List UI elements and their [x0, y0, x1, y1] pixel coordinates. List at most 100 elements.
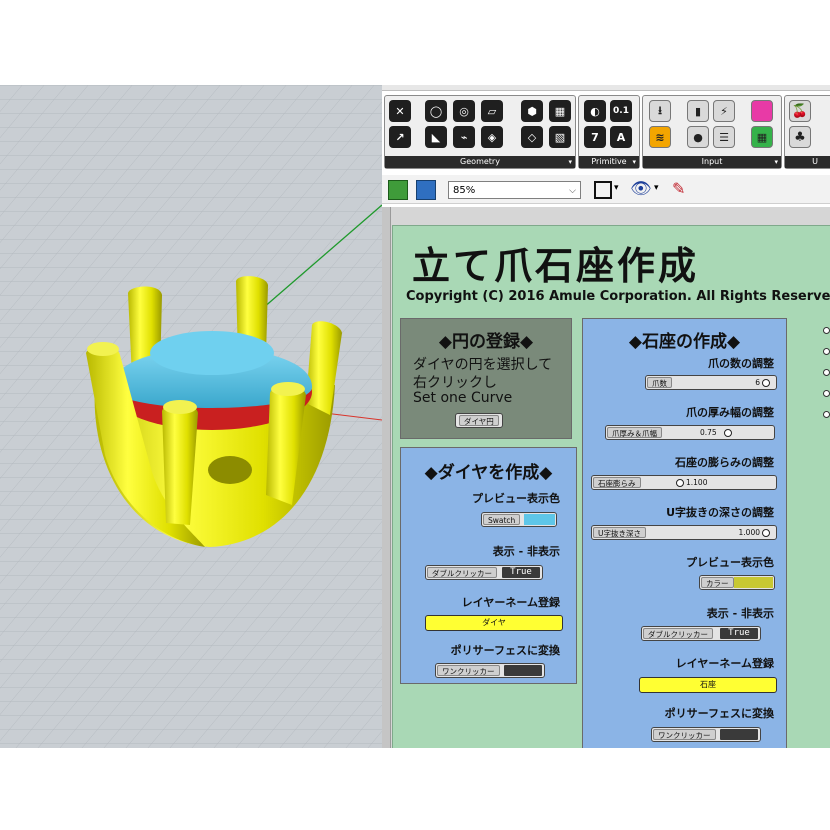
swatch-fill	[734, 577, 773, 588]
point-icon[interactable]: ✕	[389, 100, 411, 122]
setting-creation-group: ◆石座の作成◆ 爪の数の調整 爪数 6 爪の厚み幅の調整 爪厚み＆爪幅 0.75…	[582, 318, 787, 748]
offscreen-components	[823, 327, 830, 587]
slider-knob[interactable]	[762, 379, 770, 387]
eye-icon[interactable]: 👁	[630, 179, 652, 199]
integer-icon[interactable]: 7	[584, 126, 606, 148]
layer-name-panel[interactable]: 石座	[639, 677, 777, 693]
swatch-fill	[524, 514, 555, 525]
layer-name-panel[interactable]: ダイヤ	[425, 615, 563, 631]
instruction-text: 右クリックし	[413, 375, 497, 391]
sketch-icon[interactable]: ✎	[672, 179, 685, 198]
canvas-toolbar: 85% ⌵ ▾ 👁 ▾ ✎	[382, 175, 830, 204]
visibility-label: 表示 - 非表示	[492, 545, 560, 558]
list-icon[interactable]: ☰	[713, 126, 735, 148]
box-icon[interactable]: ◈	[481, 126, 503, 148]
viewport-scene	[0, 85, 382, 748]
circle-icon[interactable]: ◯	[425, 100, 447, 122]
circle-registration-group: ◆円の登録◆ ダイヤの円を選択して 右クリックし Set one Curve ダ…	[400, 318, 572, 439]
toggle-value: True	[502, 567, 540, 578]
visibility-label: 表示 - 非表示	[706, 607, 774, 620]
ribbon-group-input: ⭳ ▮ ⚡ ≋ ● ☰ ▦ Input ▾	[642, 95, 782, 169]
vector-icon[interactable]: ↗	[389, 126, 411, 148]
section-heading: ◆ダイヤを作成◆	[424, 463, 553, 483]
layer-name-label: レイヤーネーム登録	[675, 657, 774, 670]
layer-name-label: レイヤーネーム登録	[461, 596, 560, 609]
slider-knob[interactable]	[724, 429, 732, 437]
geometry-icon[interactable]: ◇	[521, 126, 543, 148]
button-component[interactable]: ワンクリッカー	[435, 663, 545, 678]
text-icon[interactable]: A	[610, 126, 632, 148]
group-icon[interactable]: ▧	[549, 126, 571, 148]
surface-icon[interactable]: ▱	[481, 100, 503, 122]
toggle-icon[interactable]: ▮	[687, 100, 709, 122]
ribbon-group-label[interactable]: Geometry ▾	[385, 156, 575, 168]
zoom-select[interactable]: 85% ⌵	[448, 181, 581, 199]
prong-count-slider[interactable]: 爪数 6	[645, 375, 777, 390]
rhino-viewport[interactable]	[0, 85, 382, 748]
open-file-icon[interactable]	[388, 180, 408, 200]
download-icon[interactable]: ⭳	[649, 100, 671, 122]
component-port[interactable]	[823, 411, 830, 418]
prong-thickness-slider[interactable]: 爪厚み＆爪幅 0.75	[605, 425, 775, 440]
boolean-toggle[interactable]: ダブルクリッカー True	[425, 565, 543, 580]
section-heading: ◆円の登録◆	[438, 332, 534, 352]
ribbon-group-util: 🍒 ♣ U	[784, 95, 830, 169]
prong-tip	[87, 342, 119, 356]
button-component[interactable]: ワンクリッカー	[651, 727, 761, 742]
ribbon-group-primitive: ◐ 0.1 7 A Primitive ▾	[578, 95, 640, 169]
zoom-extents-icon[interactable]	[594, 181, 612, 199]
number-icon[interactable]: 0.1	[610, 100, 632, 122]
bulge-slider[interactable]: 石座膨らみ 1.100	[591, 475, 777, 490]
grasshopper-window: ✕ ◯ ◎ ▱ ⬢ ▦ ↗ ◣ ⌁ ◈ ◇ ▧ Geometry ▾ ◐ 0.1 …	[382, 85, 830, 748]
slider-knob[interactable]	[676, 479, 684, 487]
tree-icon[interactable]: ♣	[789, 126, 811, 148]
ribbon-group-label[interactable]: U	[785, 156, 830, 168]
u-cut-depth-label: U字抜きの深さの調整	[666, 506, 774, 519]
ribbon-group-geometry: ✕ ◯ ◎ ▱ ⬢ ▦ ↗ ◣ ⌁ ◈ ◇ ▧ Geometry ▾	[384, 95, 576, 169]
chevron-down-icon[interactable]: ▾	[614, 183, 619, 193]
matrix-icon[interactable]: ▦	[751, 126, 773, 148]
cherries-icon[interactable]: 🍒	[789, 100, 811, 122]
curve-icon[interactable]: ◎	[453, 100, 475, 122]
button-face	[504, 665, 542, 676]
component-port[interactable]	[823, 327, 830, 334]
prong-count-label: 爪の数の調整	[708, 357, 774, 370]
component-ribbon: ✕ ◯ ◎ ▱ ⬢ ▦ ↗ ◣ ⌁ ◈ ◇ ▧ Geometry ▾ ◐ 0.1 …	[382, 91, 830, 169]
section-heading: ◆石座の作成◆	[628, 332, 741, 352]
slider-knob[interactable]	[762, 529, 770, 537]
brep-icon[interactable]: ⬢	[521, 100, 543, 122]
button-icon[interactable]: ●	[687, 126, 709, 148]
prong-tip	[163, 400, 197, 414]
polysurface-label: ポリサーフェスに変換	[664, 707, 774, 720]
ribbon-group-label[interactable]: Primitive ▾	[579, 156, 639, 168]
button-face	[720, 729, 758, 740]
u-cut-depth-slider[interactable]: U字抜き深さ 1.000	[591, 525, 777, 540]
polyline-icon[interactable]: ⌁	[453, 126, 475, 148]
grasshopper-canvas[interactable]: 立て爪石座作成 Copyright (C) 2016 Amule Corpora…	[382, 207, 830, 748]
component-port[interactable]	[823, 369, 830, 376]
canvas-edge	[382, 207, 391, 748]
mesh-icon[interactable]: ▦	[549, 100, 571, 122]
component-port[interactable]	[823, 348, 830, 355]
boolean-icon[interactable]: ◐	[584, 100, 606, 122]
line-icon[interactable]: ◣	[425, 126, 447, 148]
gradient-icon[interactable]	[751, 100, 773, 122]
chevron-down-icon[interactable]: ▾	[654, 183, 659, 193]
boolean-toggle[interactable]: ダブルクリッカー True	[641, 626, 761, 641]
preview-color-label: プレビュー表示色	[686, 556, 774, 569]
copyright-text: Copyright (C) 2016 Amule Corporation. Al…	[406, 289, 830, 304]
component-port[interactable]	[823, 390, 830, 397]
slider-icon[interactable]: ⚡	[713, 100, 735, 122]
page-title: 立て爪石座作成	[412, 244, 700, 288]
polysurface-label: ポリサーフェスに変換	[450, 644, 560, 657]
color-swatch[interactable]: Swatch	[481, 512, 557, 527]
color-swatch[interactable]: カラー	[699, 575, 775, 590]
curve-parameter[interactable]: ダイヤ円	[455, 413, 503, 428]
stone-table	[150, 331, 274, 375]
diamond-creation-group: ◆ダイヤを作成◆ プレビュー表示色 Swatch 表示 - 非表示 ダブルクリッ…	[400, 447, 577, 684]
save-icon[interactable]	[416, 180, 436, 200]
graph-icon[interactable]: ≋	[649, 126, 671, 148]
preview-color-label: プレビュー表示色	[472, 492, 560, 505]
toggle-value: True	[720, 628, 758, 639]
ribbon-group-label[interactable]: Input ▾	[643, 156, 781, 168]
